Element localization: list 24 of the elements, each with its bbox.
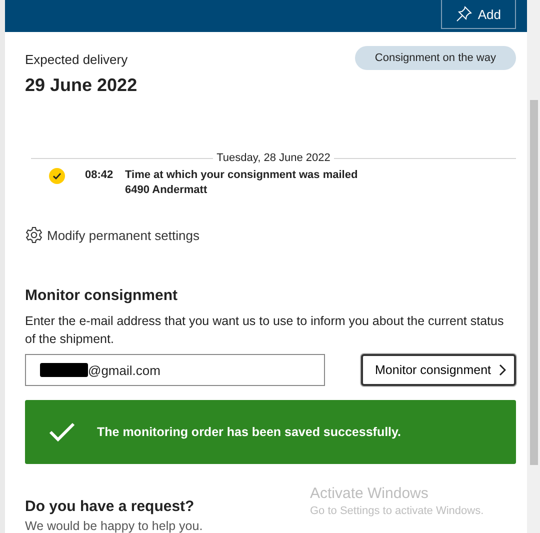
section-description: Enter the e-mail address that you want us to use to inform you about the current status of the shipment.	[25, 313, 505, 348]
gear-icon	[25, 226, 43, 244]
email-field[interactable]: @gmail.com	[25, 354, 325, 386]
event-description: Time at which your consignment was mailed	[125, 168, 358, 183]
scrollbar[interactable]	[527, 0, 540, 533]
monitor-button[interactable]: Monitor consignment	[361, 354, 516, 386]
status-badge: Consignment on the way	[354, 46, 516, 70]
checkmark-icon	[49, 422, 75, 442]
pin-icon	[456, 6, 472, 22]
section-heading: Do you have a request?	[25, 498, 194, 515]
delivery-date: 29 June 2022	[25, 75, 138, 96]
timeline-date: Tuesday, 28 June 2022	[216, 152, 330, 164]
chevron-right-icon	[498, 364, 506, 376]
activation-title: Activate Windows	[310, 485, 430, 502]
activation-hint: Go to Settings to activate Windows.	[310, 505, 484, 517]
event-time: 08:42	[85, 169, 114, 181]
settings-link[interactable]: Modify permanent settings	[25, 226, 200, 244]
redaction-bar	[40, 363, 88, 377]
event-location: 6490 Andermatt	[125, 183, 208, 198]
add-button[interactable]: Add	[440, 0, 516, 29]
success-message: The monitoring order has been saved successfully.	[97, 425, 402, 439]
delivery-label: Expected delivery	[25, 52, 129, 67]
section-heading: Monitor consignment	[25, 287, 178, 304]
help-text: We would be happy to help you.	[25, 519, 203, 533]
